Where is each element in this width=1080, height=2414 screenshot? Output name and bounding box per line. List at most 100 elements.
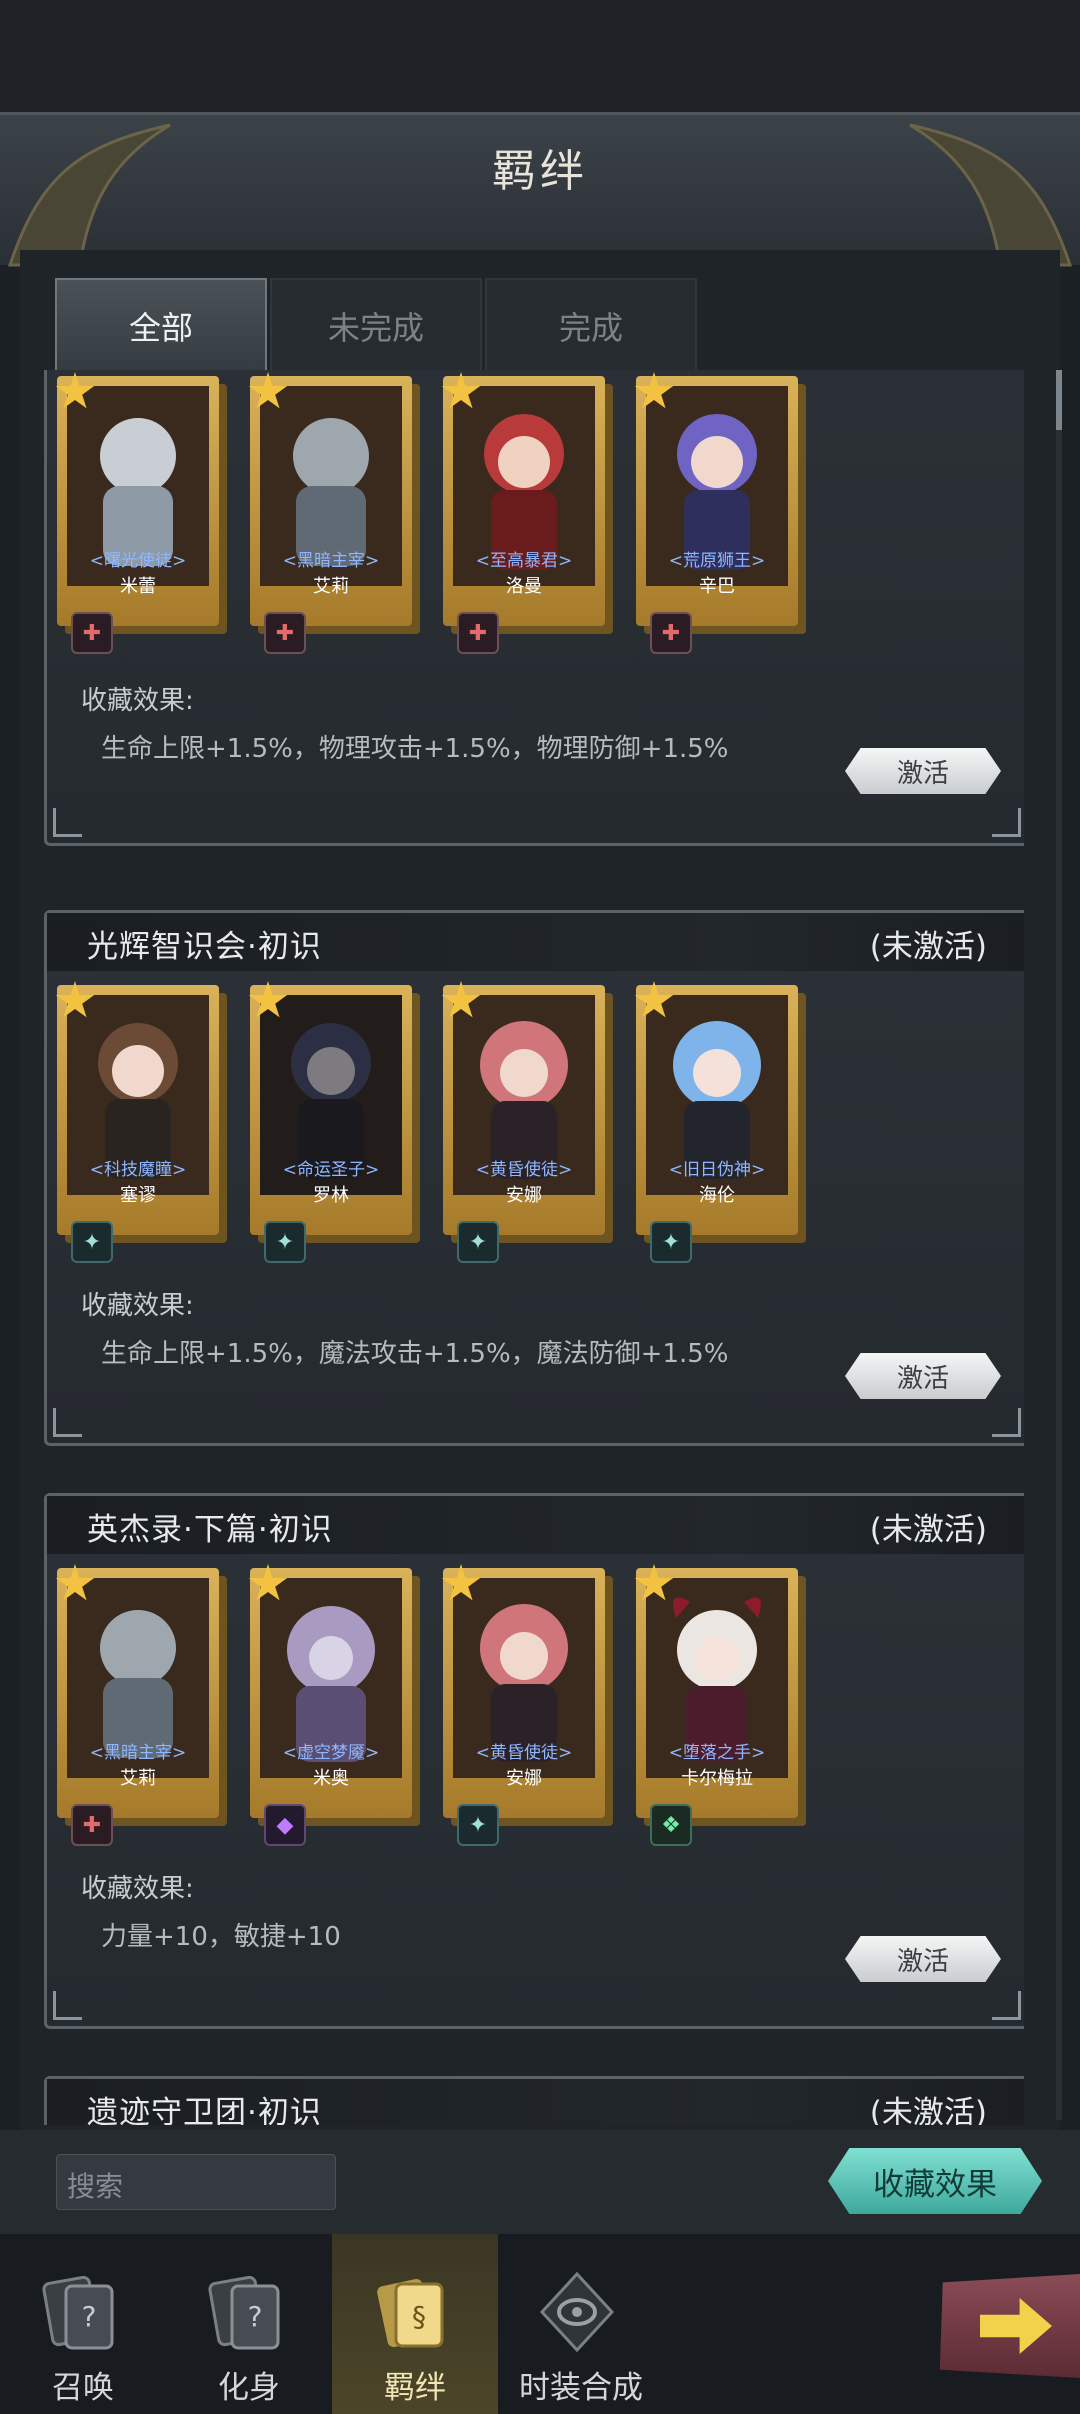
nav-item-avatar[interactable]: ? 化身: [166, 2234, 332, 2414]
arrow-right-icon: [980, 2298, 1052, 2354]
character-title: <至高暴君>: [475, 551, 573, 571]
warrior-icon: ✚: [457, 612, 499, 654]
character-card[interactable]: <虚空梦魇> 米奥 ◆: [248, 1564, 422, 1846]
character-name: 辛巴: [699, 576, 735, 597]
warrior-icon: ✚: [71, 1804, 113, 1846]
card-frame: <虚空梦魇> 米奥: [248, 1564, 412, 1818]
warrior-icon: ✚: [71, 612, 113, 654]
nav-item-summon[interactable]: ? 召唤: [0, 2234, 166, 2414]
card-header: 光辉智识会·初识 (未激活): [47, 913, 1024, 971]
search-placeholder: 搜索: [67, 2170, 124, 2203]
character-title: <虚空梦魇>: [282, 1743, 380, 1763]
character-name: 洛曼: [506, 576, 542, 597]
tab-complete[interactable]: 完成: [485, 278, 697, 372]
top-bar: [0, 0, 1080, 112]
nav-label: 时装合成: [519, 2370, 643, 2406]
effect-description: 力量+10，敏捷+10: [101, 1922, 341, 1952]
character-card[interactable]: <曙光使徒> 米蕾 ✚: [55, 372, 229, 654]
costume-icon: [539, 2271, 615, 2353]
activate-button[interactable]: 激活: [845, 1936, 1001, 1982]
scroll-thumb[interactable]: [1056, 370, 1062, 430]
character-name: 安娜: [506, 1185, 542, 1206]
character-title: <黑暗主宰>: [89, 1743, 187, 1763]
nav-label: 召唤: [52, 2370, 114, 2406]
svg-text:?: ?: [82, 2300, 97, 2333]
next-button[interactable]: [939, 2274, 1080, 2378]
page-header: 羁绊: [0, 112, 1080, 267]
bond-card: 英杰录·下篇·初识 (未激活) <黑暗主宰> 艾莉 ✚ <虚空梦魇> 米奥 ◆ …: [44, 1493, 1024, 2029]
character-card[interactable]: <旧日伪神> 海伦 ✦: [634, 981, 808, 1263]
character-title: <黄昏使徒>: [475, 1743, 573, 1763]
card-frame: <黑暗主宰> 艾莉: [55, 1564, 219, 1818]
character-title: <命运圣子>: [282, 1160, 380, 1180]
warrior-icon: ✚: [650, 612, 692, 654]
card-frame: <曙光使徒> 米蕾: [55, 372, 219, 626]
void-icon: ◆: [264, 1804, 306, 1846]
card-header: 遗迹守卫团·初识 (未激活): [47, 2079, 1024, 2125]
character-card[interactable]: <荒原狮王> 辛巴 ✚: [634, 372, 808, 654]
activate-button[interactable]: 激活: [845, 748, 1001, 794]
card-title: 遗迹守卫团·初识: [87, 2095, 322, 2125]
character-card[interactable]: <黑暗主宰> 艾莉 ✚: [55, 1564, 229, 1846]
character-name: 安娜: [506, 1768, 542, 1789]
character-title: <科技魔瞳>: [89, 1160, 187, 1180]
character-card[interactable]: <黄昏使徒> 安娜 ✦: [441, 981, 615, 1263]
character-name: 米奥: [313, 1768, 349, 1789]
card-header: 英杰录·下篇·初识 (未激活): [47, 1496, 1024, 1554]
character-name: 米蕾: [120, 576, 156, 597]
activate-button[interactable]: 激活: [845, 1353, 1001, 1399]
character-title: <黄昏使徒>: [475, 1160, 573, 1180]
bottom-nav: ? 召唤 ? 化身 § 羁绊 时装合成: [0, 2234, 1080, 2414]
character-title: <黑暗主宰>: [282, 551, 380, 571]
avatar-icon: ?: [208, 2275, 280, 2350]
bond-card: <曙光使徒> 米蕾 ✚ <黑暗主宰> 艾莉 ✚ <至高暴君> 洛曼 ✚ <荒原狮…: [44, 370, 1024, 846]
card-title: 光辉智识会·初识: [87, 929, 322, 965]
mage-icon: ✦: [71, 1221, 113, 1263]
character-title: <荒原狮王>: [668, 551, 766, 571]
tab-all[interactable]: 全部: [55, 278, 267, 372]
character-name: 卡尔梅拉: [681, 1768, 753, 1789]
mage-icon: ✦: [457, 1804, 499, 1846]
card-frame: <黑暗主宰> 艾莉: [248, 372, 412, 626]
nav-label: 羁绊: [384, 2370, 446, 2406]
character-title: <旧日伪神>: [668, 1160, 766, 1180]
bond-icon: §: [377, 2279, 444, 2348]
effect-label: 收藏效果:: [81, 1874, 194, 1904]
bond-card: 光辉智识会·初识 (未激活) <科技魔瞳> 塞谬 ✦ <命运圣子> 罗林 ✦ <…: [44, 910, 1024, 1446]
mage-icon: ✦: [264, 1221, 306, 1263]
tab-incomplete[interactable]: 未完成: [270, 278, 482, 372]
effect-label: 收藏效果:: [81, 686, 194, 716]
card-frame: <命运圣子> 罗林: [248, 981, 412, 1235]
nature-icon: ❖: [650, 1804, 692, 1846]
scrollbar[interactable]: [1056, 370, 1062, 2120]
card-frame: <黄昏使徒> 安娜: [441, 981, 605, 1235]
character-card[interactable]: <命运圣子> 罗林 ✦: [248, 981, 422, 1263]
mage-icon: ✦: [457, 1221, 499, 1263]
character-title: <堕落之手>: [668, 1743, 766, 1763]
card-frame: <旧日伪神> 海伦: [634, 981, 798, 1235]
character-name: 海伦: [699, 1185, 735, 1206]
card-frame: <堕落之手> 卡尔梅拉: [634, 1564, 798, 1818]
card-frame: <至高暴君> 洛曼: [441, 372, 605, 626]
summon-icon: ?: [42, 2275, 114, 2350]
svg-text:?: ?: [248, 2300, 263, 2333]
character-name: 罗林: [313, 1185, 349, 1206]
card-frame: <黄昏使徒> 安娜: [441, 1564, 605, 1818]
collection-effect-button[interactable]: 收藏效果: [828, 2148, 1042, 2214]
character-card[interactable]: <至高暴君> 洛曼 ✚: [441, 372, 615, 654]
character-title: <曙光使徒>: [89, 551, 187, 571]
bond-list[interactable]: <曙光使徒> 米蕾 ✚ <黑暗主宰> 艾莉 ✚ <至高暴君> 洛曼 ✚ <荒原狮…: [44, 370, 1024, 2125]
character-card[interactable]: <堕落之手> 卡尔梅拉 ❖: [634, 1564, 808, 1846]
status-badge: (未激活): [869, 929, 987, 965]
effect-description: 生命上限+1.5%，魔法攻击+1.5%，魔法防御+1.5%: [101, 1339, 729, 1369]
nav-item-costume[interactable]: 时装合成: [498, 2234, 664, 2414]
character-card[interactable]: <黄昏使徒> 安娜 ✦: [441, 1564, 615, 1846]
search-input[interactable]: 搜索: [56, 2154, 336, 2210]
status-badge: (未激活): [869, 1512, 987, 1548]
character-name: 艾莉: [313, 576, 349, 597]
card-frame: <荒原狮王> 辛巴: [634, 372, 798, 626]
card-frame: <科技魔瞳> 塞谬: [55, 981, 219, 1235]
character-card[interactable]: <科技魔瞳> 塞谬 ✦: [55, 981, 229, 1263]
character-card[interactable]: <黑暗主宰> 艾莉 ✚: [248, 372, 422, 654]
nav-item-bond[interactable]: § 羁绊: [332, 2234, 498, 2414]
